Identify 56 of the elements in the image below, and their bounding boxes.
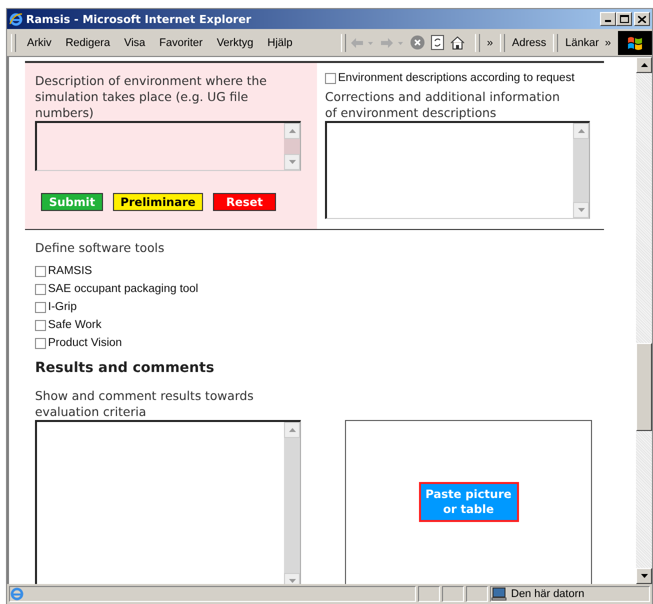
menu-item[interactable]: Arkiv (20, 36, 58, 48)
checkbox-label: Safe Work (48, 319, 102, 331)
down-arrow-icon (640, 574, 648, 578)
down-arrow-icon (288, 579, 296, 583)
checkbox[interactable] (35, 284, 46, 294)
browser-icon (9, 12, 23, 26)
results-label: Show and comment results towards evaluation criteria (35, 388, 255, 420)
checkbox-label: I-Grip (48, 301, 77, 313)
checkbox[interactable] (35, 266, 46, 276)
close-icon (638, 16, 646, 22)
corrections-field[interactable] (325, 121, 590, 219)
computer-icon (491, 587, 507, 601)
checkbox-label: RAMSIS (48, 265, 92, 277)
up-arrow-icon (288, 428, 296, 432)
page-scrollbar[interactable] (636, 57, 652, 584)
menu-item[interactable]: Redigera (58, 36, 118, 48)
minimize-button[interactable] (600, 12, 616, 26)
section-heading: Results and comments (35, 360, 216, 376)
maximize-icon (620, 15, 628, 23)
corrections-label: Corrections and additional information of environment descriptions (325, 89, 561, 121)
home-icon[interactable] (450, 36, 465, 50)
links-label[interactable]: Länkar (562, 36, 602, 48)
checkbox-label: Product Vision (48, 337, 122, 349)
results-field[interactable] (35, 420, 301, 584)
toolbar-overflow[interactable]: » (484, 36, 496, 48)
scroll-thumb[interactable] (636, 343, 652, 431)
refresh-icon[interactable] (430, 35, 444, 50)
menu-item[interactable]: Visa (117, 36, 152, 48)
up-arrow-icon (578, 129, 584, 133)
menu-item[interactable]: Verktyg (210, 36, 260, 48)
links-overflow[interactable]: » (602, 36, 614, 48)
stop-icon[interactable] (410, 35, 425, 50)
section-label: Define software tools (35, 240, 166, 256)
checkbox-label: SAE occupant packaging tool (48, 283, 198, 295)
checkbox-label: Environment descriptions according to request (338, 72, 575, 84)
checkbox[interactable] (325, 72, 336, 84)
down-arrow-icon (288, 160, 296, 164)
checkbox[interactable] (35, 320, 46, 330)
reset-button[interactable]: Reset (213, 193, 276, 211)
preliminary-button[interactable]: Preliminare (113, 193, 203, 211)
checkbox[interactable] (35, 302, 46, 312)
maximize-button[interactable] (616, 12, 632, 26)
status-zone: Den här datorn (511, 588, 584, 600)
close-button[interactable] (634, 12, 650, 26)
description-field[interactable] (35, 121, 301, 171)
menu-item[interactable]: Hjälp (260, 36, 300, 48)
down-arrow-icon (578, 208, 584, 212)
up-arrow-icon (640, 63, 648, 67)
up-arrow-icon (288, 129, 296, 133)
page-icon (10, 587, 24, 601)
checkbox[interactable] (35, 338, 46, 348)
description-label: Description of environment where the simulation takes place (e.g. UG file numbers) (35, 73, 268, 121)
windows-logo-icon (618, 30, 652, 54)
address-label[interactable]: Adress (508, 36, 550, 48)
menu-item[interactable]: Favoriter (152, 36, 210, 48)
window-title: Ramsis - Microsoft Internet Explorer (26, 12, 252, 26)
